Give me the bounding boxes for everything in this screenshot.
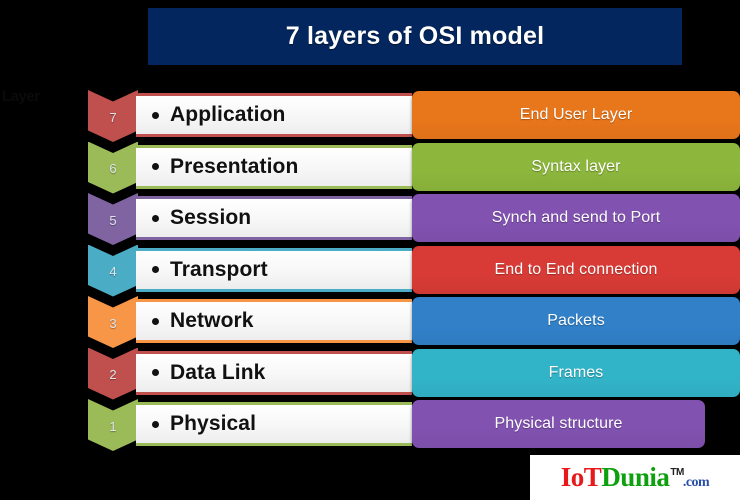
layer-row: 1 Physical Physical structure	[0, 399, 740, 451]
layer-row: 6 Presentation Syntax layer	[0, 141, 740, 194]
layer-number-chevron: 7	[88, 90, 138, 142]
osi-model-diagram: 7 layers of OSI model Layer 7 Application…	[0, 0, 740, 500]
layer-name: Session	[170, 206, 252, 229]
layer-description-box[interactable]: Physical structure	[412, 400, 705, 448]
layer-row: 5 Session Synch and send to Port	[0, 193, 740, 245]
layer-name-plate[interactable]: Session	[136, 196, 412, 240]
layer-description: Syntax layer	[531, 157, 621, 175]
layer-name: Physical	[170, 412, 257, 435]
layer-name-plate[interactable]: Application	[136, 93, 412, 137]
iotdunia-logo: IoTDuniaTM.com	[530, 455, 740, 500]
bullet-icon	[152, 317, 159, 325]
layer-number-chevron: 3	[88, 296, 138, 348]
layer-name-plate[interactable]: Physical	[136, 402, 412, 446]
layer-description: End to End connection	[494, 260, 658, 278]
layer-number-chevron: 5	[88, 193, 138, 245]
layer-name: Application	[170, 103, 286, 126]
bullet-icon	[152, 369, 159, 376]
layer-row: 3 Network Packets	[0, 296, 740, 348]
layer-description-box[interactable]: Synch and send to Port	[412, 194, 740, 242]
layer-number-chevron: 6	[88, 141, 138, 194]
layer-name: Presentation	[170, 154, 299, 178]
layer-description-box[interactable]: Frames	[412, 348, 740, 397]
layer-description-box[interactable]: Packets	[412, 297, 740, 345]
bullet-icon	[152, 214, 159, 222]
layer-row: 2 Data Link Frames	[0, 347, 740, 400]
layer-number: 6	[109, 161, 117, 176]
layer-number-chevron: 2	[88, 347, 138, 400]
layer-name: Transport	[170, 257, 268, 281]
layer-number: 1	[109, 418, 117, 434]
bullet-icon	[152, 266, 159, 273]
layer-number: 7	[109, 109, 117, 125]
layer-description: Frames	[548, 363, 604, 381]
layer-row: 7 Application End User Layer	[0, 90, 740, 142]
layer-row: 4 Transport End to End connection	[0, 244, 740, 297]
bullet-icon	[152, 111, 159, 119]
layer-name-plate[interactable]: Network	[136, 299, 412, 343]
layer-description-box[interactable]: End User Layer	[412, 91, 740, 139]
layer-name-plate[interactable]: Data Link	[136, 350, 412, 395]
layer-number: 3	[109, 315, 117, 331]
layer-number: 5	[109, 212, 117, 228]
layer-description-box[interactable]: End to End connection	[412, 245, 740, 294]
layer-number-chevron: 1	[88, 399, 138, 451]
layer-description: Packets	[547, 312, 605, 329]
trademark-icon: TM	[670, 467, 684, 478]
bullet-icon	[152, 163, 159, 170]
logo-part-dunia: Dunia	[601, 462, 670, 492]
logo-part-dotcom: .com	[682, 475, 710, 490]
layer-description: Synch and send to Port	[491, 209, 661, 226]
layer-number: 4	[109, 264, 117, 279]
page-title: 7 layers of OSI model	[285, 22, 545, 50]
layer-number: 2	[109, 367, 117, 382]
diagram-title-bar: 7 layers of OSI model	[148, 8, 682, 65]
bullet-icon	[152, 420, 159, 428]
layer-name-plate[interactable]: Presentation	[136, 144, 412, 189]
layer-description: Physical structure	[494, 415, 623, 432]
layer-number-chevron: 4	[88, 244, 138, 297]
layer-description-box[interactable]: Syntax layer	[412, 142, 740, 191]
logo-part-iot: IoT	[560, 462, 602, 492]
layer-name: Data Link	[170, 360, 266, 384]
layer-description: End User Layer	[519, 106, 633, 123]
layer-name-plate[interactable]: Transport	[136, 247, 412, 292]
layer-name: Network	[170, 309, 254, 332]
